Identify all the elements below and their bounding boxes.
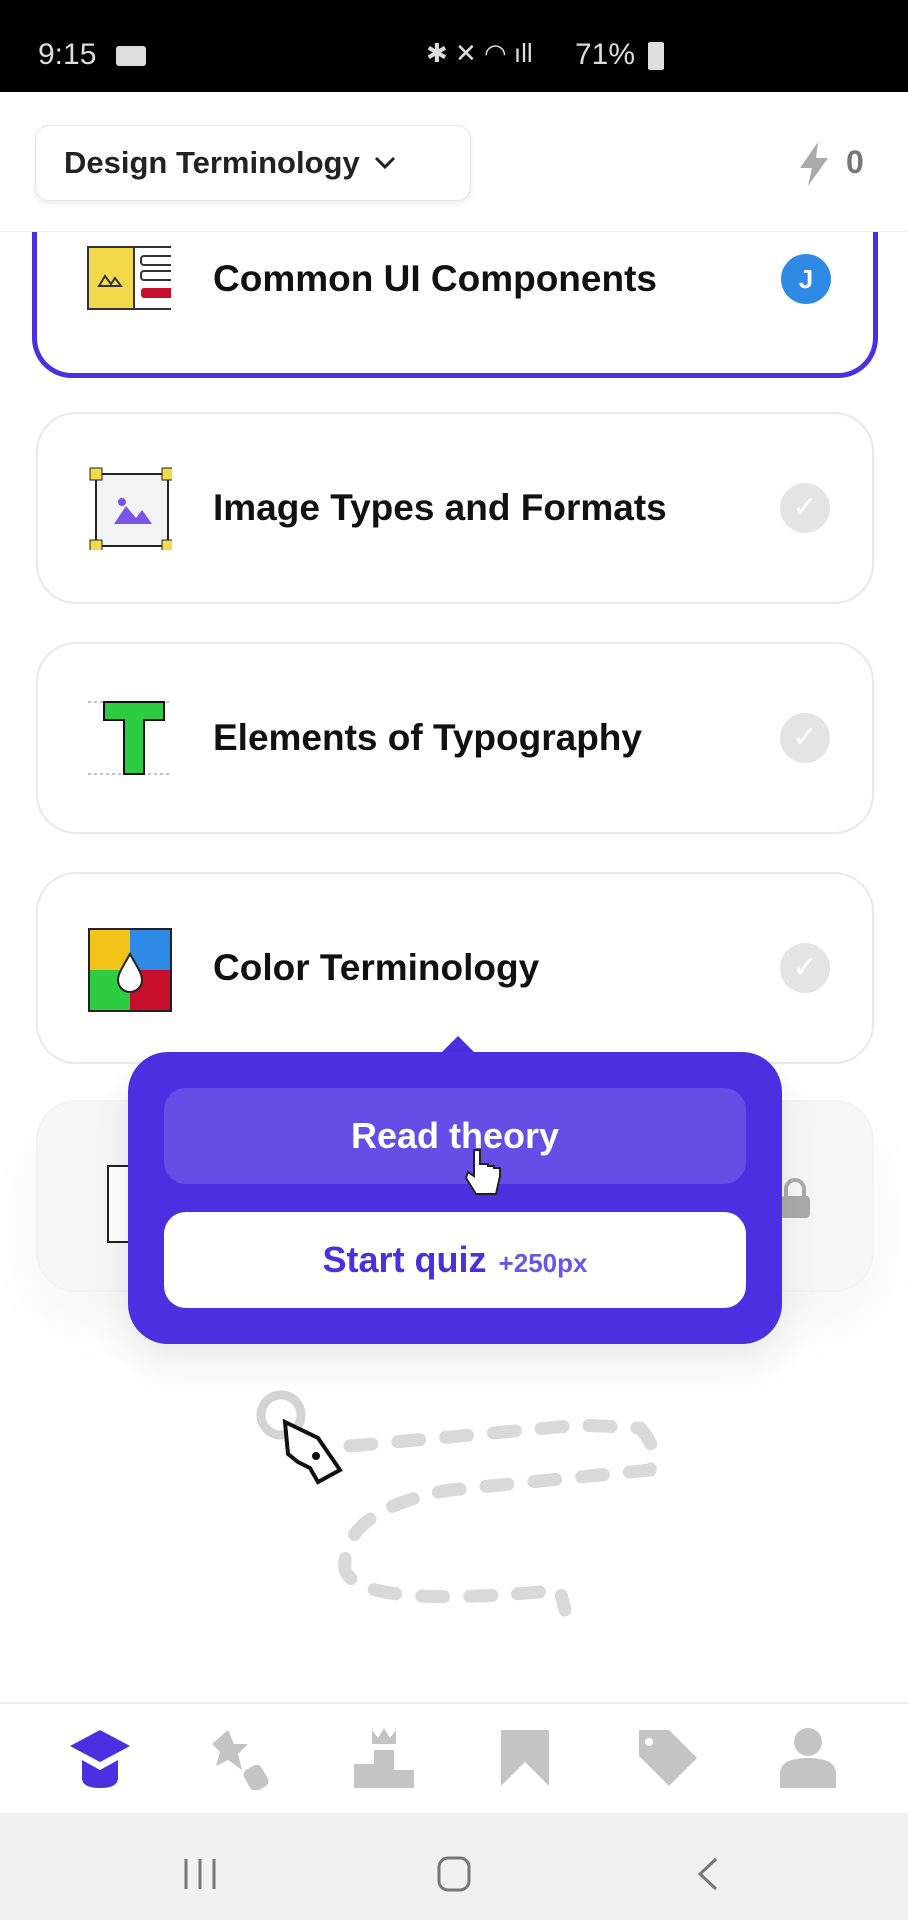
energy-icon	[800, 142, 828, 186]
read-theory-label: Read theory	[350, 1115, 560, 1156]
lesson-card[interactable]: Elements of Typography ✓	[36, 642, 874, 834]
lesson-title: Image Types and Formats	[213, 487, 667, 528]
completed-check-icon: ✓	[780, 483, 830, 533]
start-quiz-button[interactable]: Start quiz +250px	[164, 1212, 746, 1308]
quiz-reward: +250px	[498, 1247, 588, 1278]
ui-components-icon	[87, 246, 171, 310]
battery-percent: 71%	[575, 38, 636, 71]
back-icon[interactable]	[696, 1857, 720, 1891]
leaderboard-icon[interactable]	[352, 1726, 416, 1790]
profile-icon[interactable]	[776, 1726, 840, 1790]
recent-apps-icon[interactable]	[182, 1857, 218, 1891]
read-theory-button[interactable]: Read theory	[164, 1088, 746, 1184]
chevron-down-icon	[374, 156, 395, 170]
bottom-nav	[0, 1702, 908, 1813]
path-decoration	[256, 1390, 660, 1617]
lesson-title: Common UI Components	[213, 258, 657, 299]
course-selector[interactable]: Design Terminology	[35, 125, 471, 201]
connectivity-icons: ✱ ✕ ◠ ıll	[426, 38, 533, 68]
screen-record-icon	[116, 46, 146, 66]
hand-cursor-icon	[464, 1149, 501, 1195]
user-avatar-badge: J	[781, 254, 831, 304]
image-types-icon	[89, 467, 172, 550]
lesson-title: Elements of Typography	[213, 717, 642, 758]
completed-check-icon: ✓	[780, 713, 830, 763]
start-quiz-label: Start quiz	[322, 1239, 487, 1280]
battery-icon	[648, 42, 664, 70]
completed-check-icon: ✓	[780, 943, 830, 993]
system-nav-bar	[0, 1813, 908, 1920]
status-bar: 9:15 ✱ ✕ ◠ ıll 71%	[0, 0, 908, 92]
clock: 9:15	[38, 38, 97, 71]
learn-icon[interactable]	[68, 1726, 132, 1790]
lesson-title: Color Terminology	[213, 947, 540, 988]
bookmarks-icon[interactable]	[493, 1726, 557, 1790]
shop-tag-icon[interactable]	[635, 1726, 699, 1790]
header: Design Terminology 0	[0, 92, 908, 232]
home-icon[interactable]	[436, 1855, 472, 1893]
lock-icon	[780, 1178, 810, 1218]
lesson-popup: Read theory Start quiz +250px	[128, 1052, 782, 1344]
color-terminology-icon	[88, 928, 172, 1012]
energy-count: 0	[846, 144, 864, 180]
achievements-icon[interactable]	[210, 1726, 274, 1790]
lesson-card[interactable]: Image Types and Formats ✓	[36, 412, 874, 604]
typography-icon	[88, 701, 172, 775]
course-title: Design Terminology	[64, 145, 360, 180]
